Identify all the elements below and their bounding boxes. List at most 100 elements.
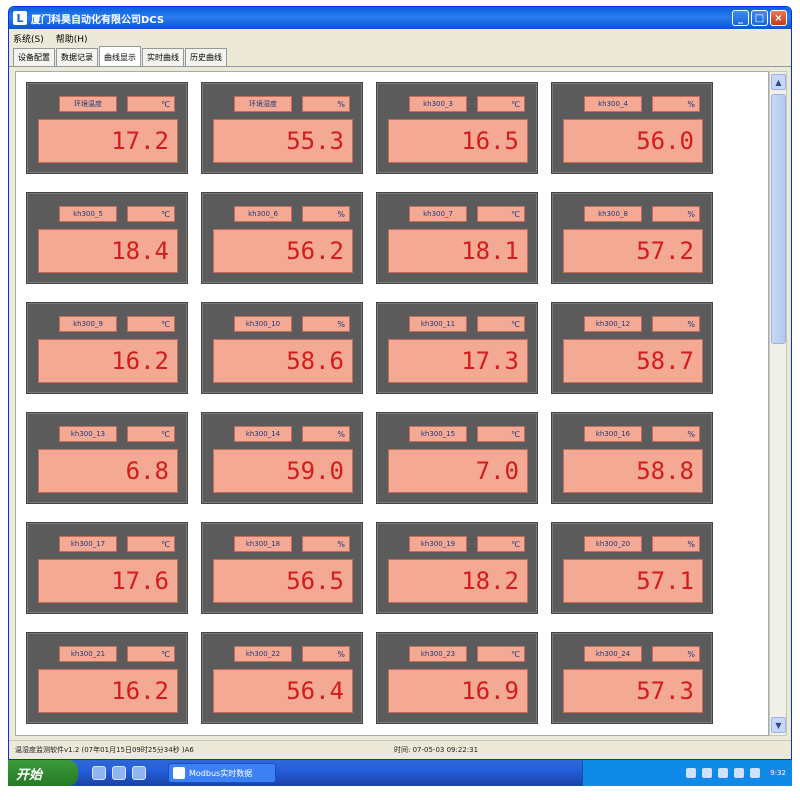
sensor-unit: ℃ — [477, 646, 525, 662]
sensor-name: kh300_3 — [409, 96, 467, 112]
sensor-name: kh300_21 — [59, 646, 117, 662]
sensor-unit: % — [302, 646, 350, 662]
tab-history-curve[interactable]: 历史曲线 — [185, 48, 227, 66]
scroll-down-icon[interactable]: ▼ — [771, 717, 786, 733]
tray-network-icon[interactable] — [686, 768, 697, 778]
sensor-value: 17.3 — [388, 339, 528, 383]
sensor-unit: % — [652, 316, 700, 332]
sensor-name: kh300_9 — [59, 316, 117, 332]
sensor-name: kh300_11 — [409, 316, 467, 332]
browser-icon[interactable] — [112, 766, 126, 780]
sensor-name: kh300_17 — [59, 536, 117, 552]
sensor-name: kh300_4 — [584, 96, 642, 112]
scroll-up-icon[interactable]: ▲ — [771, 74, 786, 90]
tray-input-icon[interactable] — [734, 768, 745, 778]
sensor-name: kh300_14 — [234, 426, 292, 442]
taskbar-app-button[interactable]: Modbus实时数据 — [168, 763, 276, 783]
sensor-value: 7.0 — [388, 449, 528, 493]
sensor-value: 57.3 — [563, 669, 703, 713]
sensor-panel: kh300_24% 57.3 — [551, 632, 713, 724]
start-label: 开始 — [16, 767, 43, 783]
close-button[interactable]: × — [770, 10, 787, 26]
app-icon: L — [13, 11, 27, 25]
sensor-name: kh300_22 — [234, 646, 292, 662]
sensor-unit: ℃ — [127, 536, 175, 552]
sensor-value: 56.2 — [213, 229, 353, 273]
minimize-button[interactable]: _ — [732, 10, 749, 26]
sensor-unit: % — [652, 426, 700, 442]
sensor-unit: ℃ — [477, 316, 525, 332]
panel-area: 环境温度 ℃ 17.2 环境湿度% 55.3 kh300_3 ℃ 16.5 kh300_4% 56… — [15, 71, 769, 736]
sensor-name: kh300_12 — [584, 316, 642, 332]
status-time: 时间: 07-05-03 09:22:31 — [394, 745, 479, 754]
sensor-name: kh300_18 — [234, 536, 292, 552]
app-window: L 厦门科昊自动化有限公司DCS _ □ × 系统(S) 帮助(H) 设备配置 … — [8, 6, 792, 760]
sensor-value: 58.6 — [213, 339, 353, 383]
window-controls: _ □ × — [732, 10, 787, 26]
sensor-unit: ℃ — [127, 426, 175, 442]
tray-security-icon[interactable] — [718, 768, 729, 778]
sensor-name: kh300_5 — [59, 206, 117, 222]
system-tray: 9:32 — [582, 760, 792, 786]
sensor-panel: kh300_22% 56.4 — [201, 632, 363, 724]
sensor-panel: kh300_23 ℃ 16.9 — [376, 632, 538, 724]
maximize-button[interactable]: □ — [751, 10, 768, 26]
sensor-unit: % — [652, 646, 700, 662]
sensor-value: 18.4 — [38, 229, 178, 273]
sensor-panel: kh300_14% 59.0 — [201, 412, 363, 504]
sensor-value: 57.2 — [563, 229, 703, 273]
tab-realtime-curve[interactable]: 实时曲线 — [142, 48, 184, 66]
status-bar: 温湿度监测软件v1.2 (07年01月15日09时25分34秒 )A6 时间: … — [9, 740, 791, 758]
sensor-panel: kh300_8% 57.2 — [551, 192, 713, 284]
tab-bar: 设备配置 数据记录 曲线显示 实时曲线 历史曲线 — [9, 46, 791, 67]
sensor-value: 16.9 — [388, 669, 528, 713]
sensor-name: kh300_6 — [234, 206, 292, 222]
sensor-unit: ℃ — [127, 96, 175, 112]
start-button[interactable]: 开始 — [8, 760, 78, 786]
sensor-panel: kh300_15 ℃ 7.0 — [376, 412, 538, 504]
sensor-value: 16.2 — [38, 669, 178, 713]
menu-bar: 系统(S) 帮助(H) — [9, 29, 791, 47]
sensor-name: kh300_13 — [59, 426, 117, 442]
sensor-value: 17.6 — [38, 559, 178, 603]
desktop-icon[interactable] — [92, 766, 106, 780]
sensor-name: 环境湿度 — [234, 96, 292, 112]
vertical-scrollbar[interactable]: ▲ ▼ — [769, 71, 787, 736]
menu-help[interactable]: 帮助(H) — [56, 32, 88, 45]
sensor-value: 58.7 — [563, 339, 703, 383]
sensor-panel: kh300_4% 56.0 — [551, 82, 713, 174]
tab-curve-display[interactable]: 曲线显示 — [99, 46, 141, 66]
sensor-name: 环境温度 — [59, 96, 117, 112]
sensor-name: kh300_23 — [409, 646, 467, 662]
sensor-name: kh300_20 — [584, 536, 642, 552]
sensor-panel: kh300_16% 58.8 — [551, 412, 713, 504]
tab-device-config[interactable]: 设备配置 — [13, 48, 55, 66]
menu-system[interactable]: 系统(S) — [13, 32, 44, 45]
sensor-value: 58.8 — [563, 449, 703, 493]
tab-data-records[interactable]: 数据记录 — [56, 48, 98, 66]
sensor-unit: ℃ — [127, 646, 175, 662]
sensor-panel: kh300_13 ℃ 6.8 — [26, 412, 188, 504]
sensor-unit: ℃ — [127, 206, 175, 222]
tray-update-icon[interactable] — [750, 768, 761, 778]
media-icon[interactable] — [132, 766, 146, 780]
sensor-name: kh300_7 — [409, 206, 467, 222]
app-icon — [173, 767, 185, 779]
sensor-value: 18.2 — [388, 559, 528, 603]
sensor-value: 59.0 — [213, 449, 353, 493]
title-bar[interactable]: L 厦门科昊自动化有限公司DCS _ □ × — [9, 7, 791, 29]
scroll-thumb[interactable] — [771, 94, 786, 344]
sensor-value: 55.3 — [213, 119, 353, 163]
sensor-value: 6.8 — [38, 449, 178, 493]
tray-volume-icon[interactable] — [702, 768, 713, 778]
sensor-panel: kh300_20% 57.1 — [551, 522, 713, 614]
sensor-panel: kh300_18% 56.5 — [201, 522, 363, 614]
sensor-panel: kh300_3 ℃ 16.5 — [376, 82, 538, 174]
sensor-name: kh300_16 — [584, 426, 642, 442]
panel-grid: 环境温度 ℃ 17.2 环境湿度% 55.3 kh300_3 ℃ 16.5 kh300_4% 56… — [26, 82, 713, 724]
sensor-value: 18.1 — [388, 229, 528, 273]
sensor-unit: ℃ — [127, 316, 175, 332]
sensor-unit: ℃ — [477, 426, 525, 442]
sensor-name: kh300_15 — [409, 426, 467, 442]
taskbar-app-label: Modbus实时数据 — [189, 768, 253, 778]
